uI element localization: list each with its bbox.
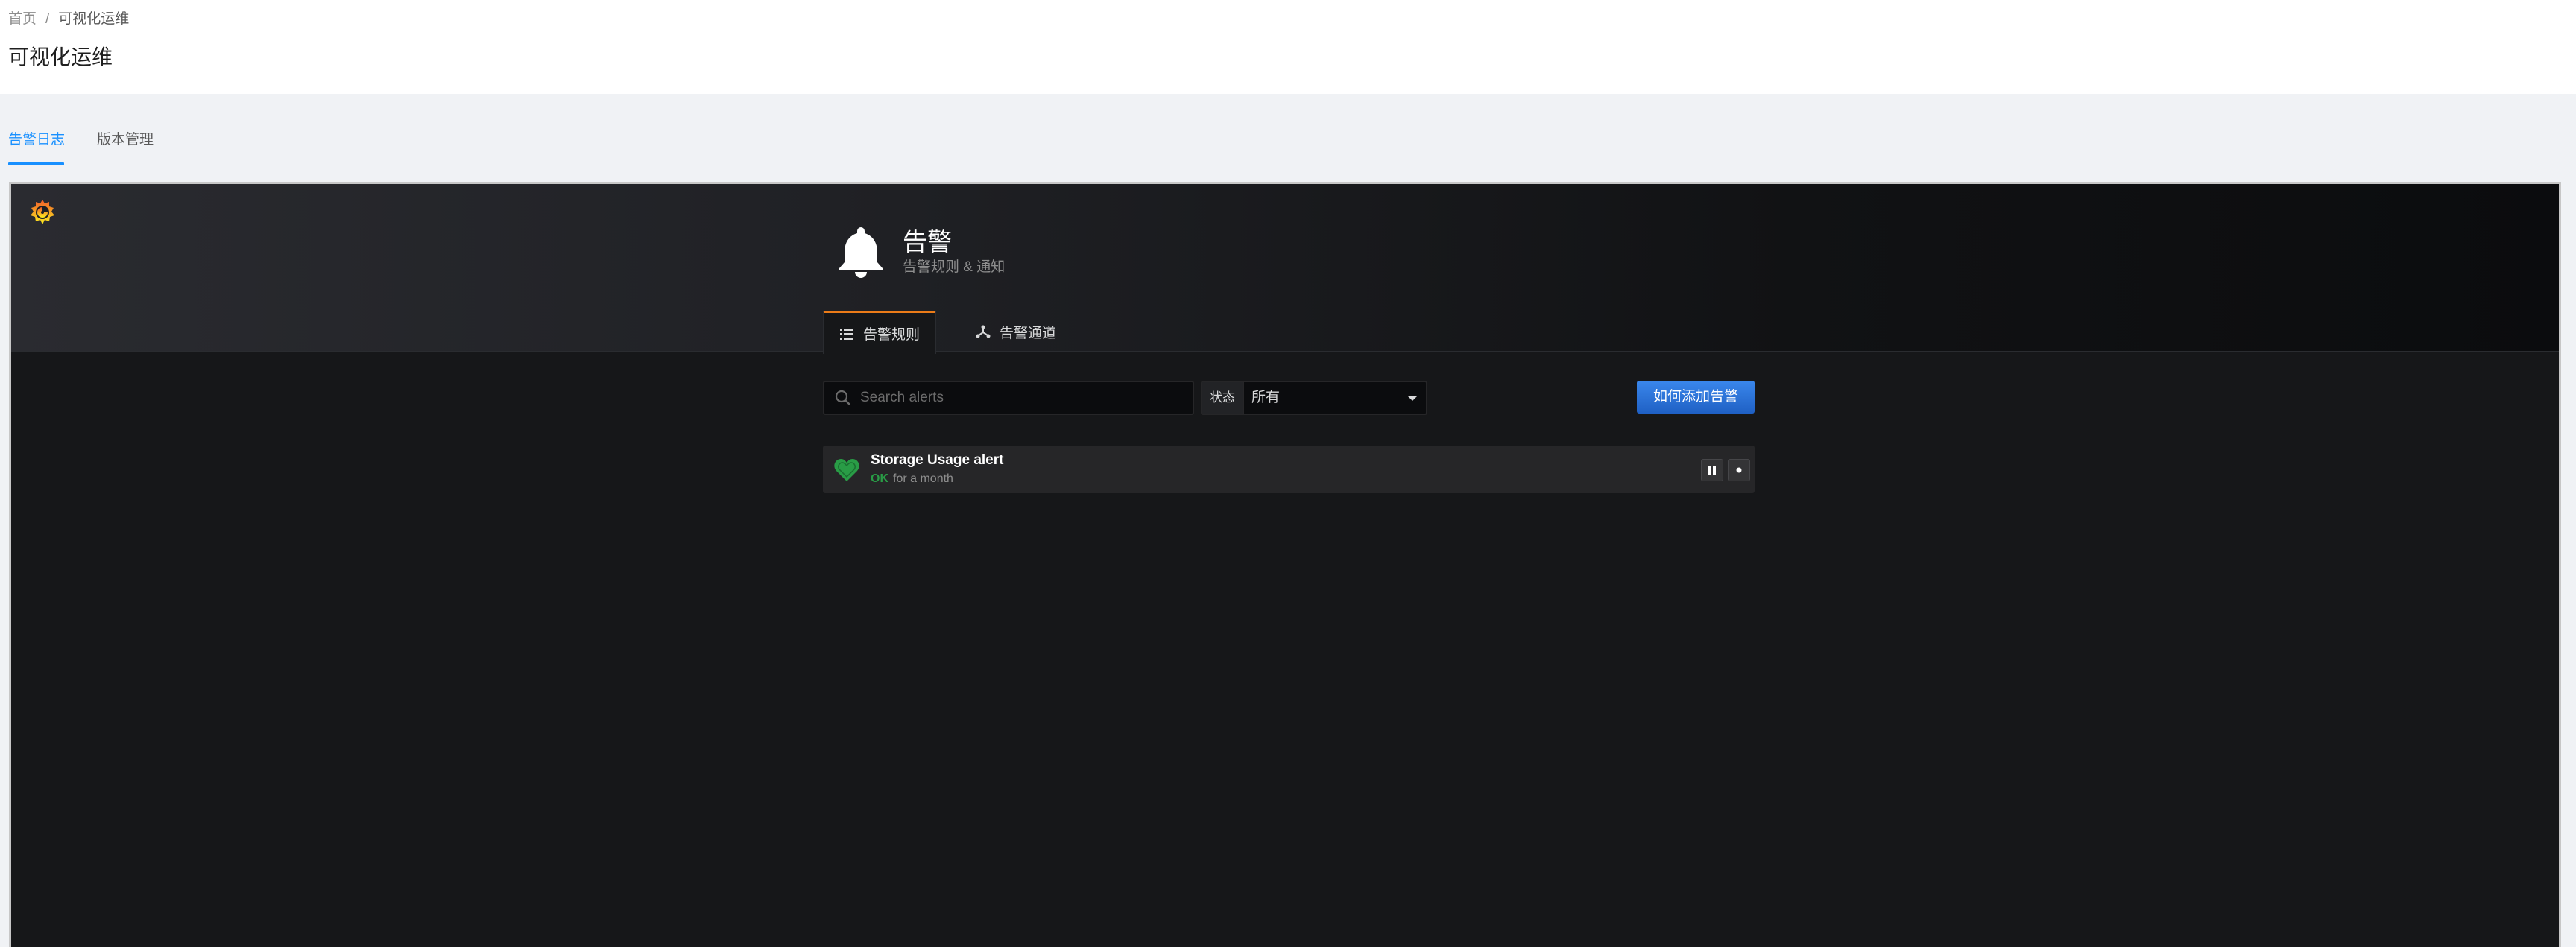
state-filter-value: 所有: [1251, 390, 1281, 405]
pause-icon: [1708, 466, 1716, 475]
page-tabs: 告警日志 版本管理: [0, 125, 2576, 165]
alert-state-badge: OK: [871, 472, 888, 485]
bell-icon: [839, 227, 883, 278]
heart-icon: [834, 459, 859, 481]
breadcrumb: 首页 / 可视化运维: [8, 10, 129, 28]
caret-down-icon: [1408, 396, 1417, 401]
list-icon: [840, 328, 853, 340]
tab-notification-channels[interactable]: 告警通道: [961, 311, 1071, 352]
alert-rule-row[interactable]: Storage Usage alert OK for a month: [823, 446, 1755, 493]
alert-rule-name[interactable]: Storage Usage alert: [871, 452, 1003, 469]
edit-icon: [1736, 467, 1742, 473]
pause-alert-button[interactable]: [1701, 459, 1723, 481]
tab-notification-channels-label: 告警通道: [1000, 325, 1057, 341]
alert-state-duration: for a month: [893, 472, 953, 485]
tab-ink-bar: [8, 162, 64, 165]
search-input[interactable]: [860, 390, 1188, 406]
grafana-frame: 告警 告警规则 & 通知 告警规则 告警通道 状态: [9, 182, 2561, 947]
channels-icon: [976, 325, 991, 338]
page-header: 首页 / 可视化运维 可视化运维: [0, 0, 2576, 94]
how-to-add-alert-button[interactable]: 如何添加告警: [1637, 381, 1755, 414]
breadcrumb-current: 可视化运维: [58, 11, 130, 27]
grafana-page-title: 告警: [903, 228, 952, 256]
tab-alert-rules-label: 告警规则: [863, 327, 921, 343]
state-filter-select[interactable]: 所有: [1244, 381, 1427, 415]
alert-rule-state: OK for a month: [871, 471, 953, 487]
grafana-logo-icon[interactable]: [28, 197, 57, 227]
grafana-page-subtitle: 告警规则 & 通知: [903, 259, 1006, 275]
page-title: 可视化运维: [8, 45, 113, 69]
tab-alert-log[interactable]: 告警日志: [8, 131, 65, 149]
state-filter-label: 状态: [1201, 381, 1244, 415]
breadcrumb-separator: /: [45, 11, 50, 27]
grafana-page-header: 告警 告警规则 & 通知 告警规则 告警通道: [11, 184, 2559, 354]
tab-version-management[interactable]: 版本管理: [97, 131, 154, 149]
search-icon: [835, 390, 850, 405]
breadcrumb-home[interactable]: 首页: [8, 10, 37, 28]
edit-alert-button[interactable]: [1728, 459, 1750, 481]
tab-alert-rules[interactable]: 告警规则: [823, 311, 937, 354]
search-box: [823, 381, 1194, 415]
